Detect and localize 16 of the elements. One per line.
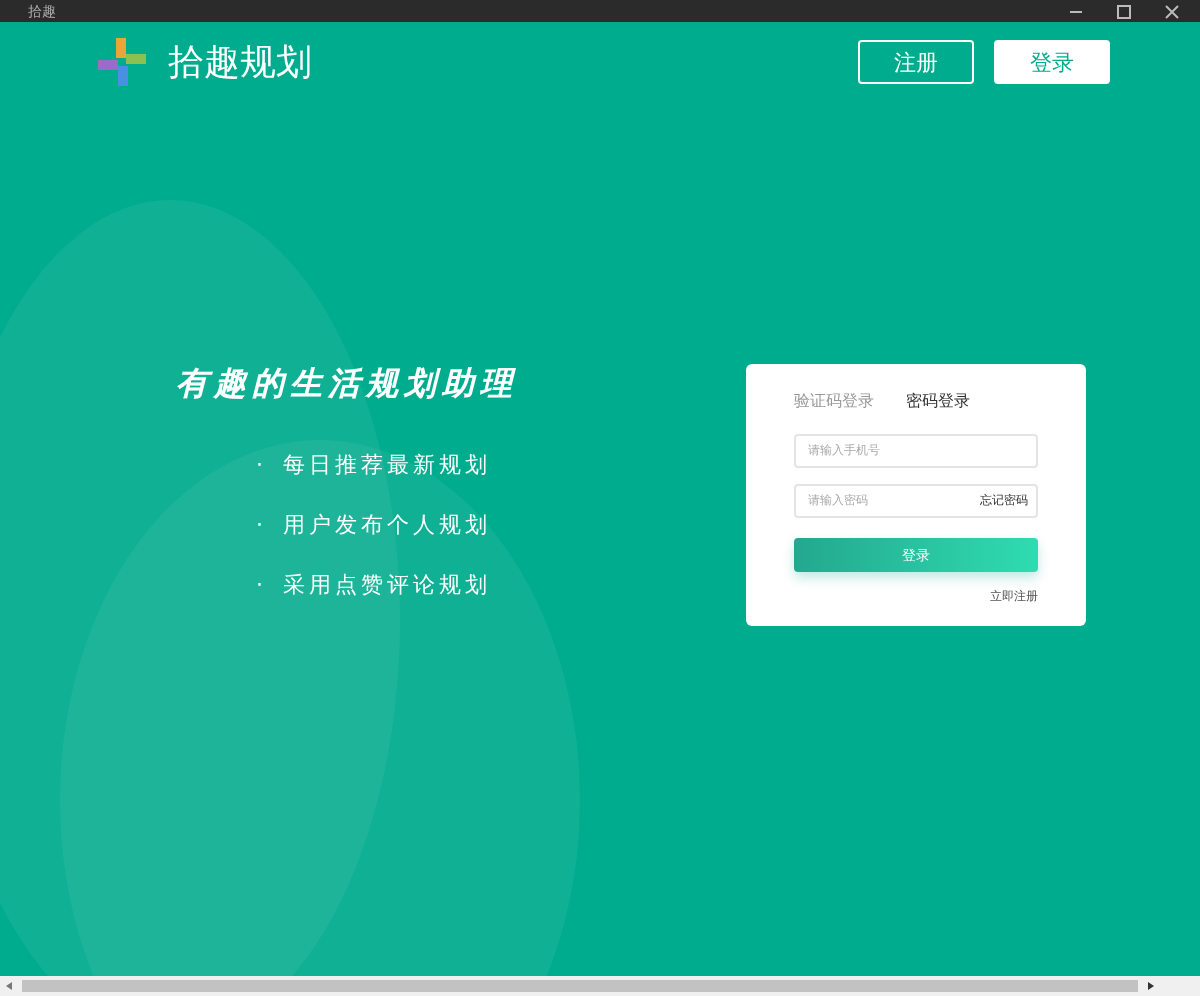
feature-text: 用户发布个人规划: [283, 510, 491, 542]
bullet: ·: [256, 570, 267, 602]
bullet: ·: [256, 450, 267, 482]
login-tab[interactable]: 密码登录: [906, 390, 970, 412]
feature-text: 每日推荐最新规划: [283, 450, 491, 482]
close-icon[interactable]: [1164, 3, 1180, 19]
logo-icon: [96, 36, 148, 88]
feature-text: 采用点赞评论规划: [283, 570, 491, 602]
horizontal-scrollbar[interactable]: [0, 976, 1200, 996]
scrollbar-thumb[interactable]: [22, 980, 1138, 992]
brand-name: 拾趣规划: [168, 40, 312, 86]
scroll-right-icon[interactable]: [1144, 980, 1156, 992]
headline: 有趣的生活规划助理: [176, 364, 518, 406]
bullet: ·: [256, 510, 267, 542]
maximize-icon[interactable]: [1116, 3, 1132, 19]
scroll-left-icon[interactable]: [4, 980, 16, 992]
